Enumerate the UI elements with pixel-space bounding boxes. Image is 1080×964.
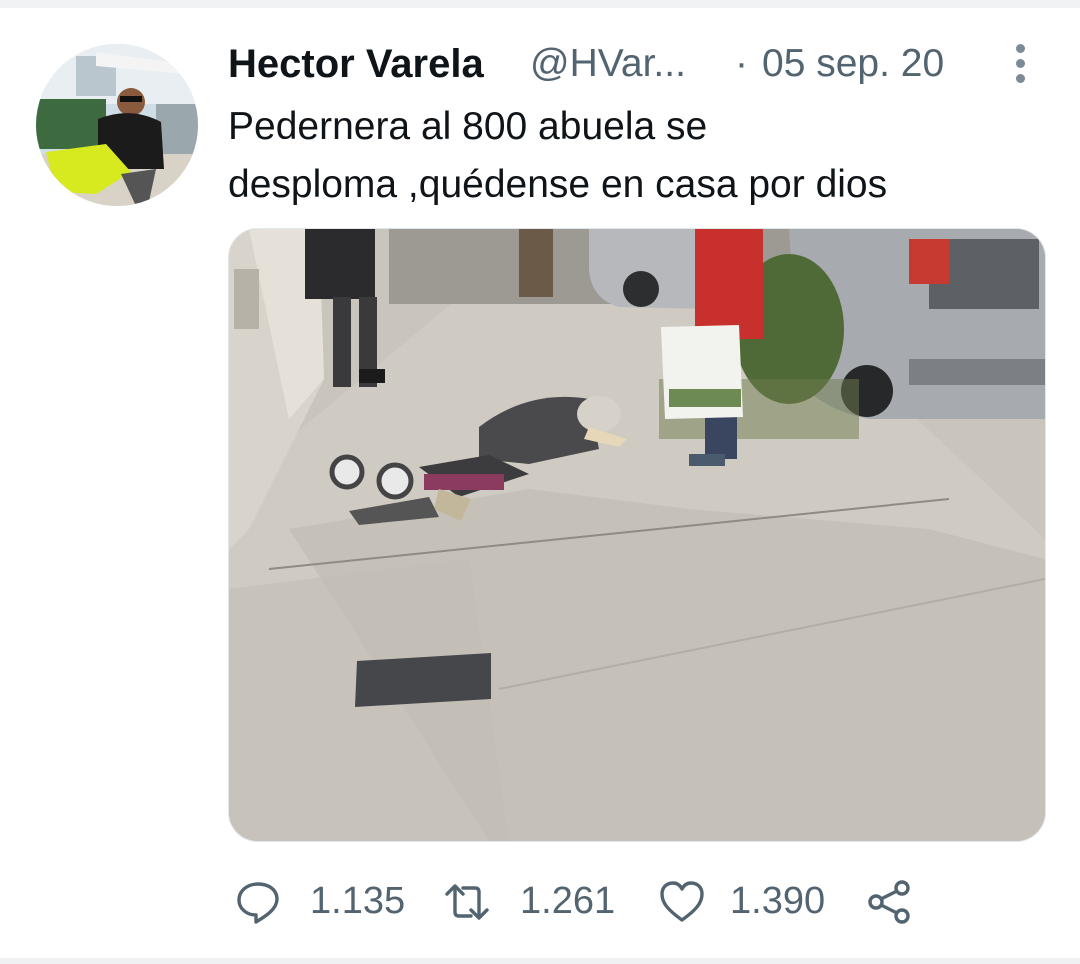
author-handle[interactable]: @HVar... [530, 40, 686, 88]
reply-icon [237, 882, 279, 924]
tweet-date[interactable]: 05 sep. 20 [762, 40, 944, 88]
tweet-photo[interactable] [228, 228, 1046, 842]
header-separator: · [735, 42, 748, 85]
heart-icon [660, 881, 704, 922]
share-button[interactable] [866, 870, 916, 930]
tweet-header: Hector Varela @HVar... · 05 sep. 20 [228, 40, 1028, 88]
retweet-icon [445, 884, 489, 920]
bottom-divider [0, 958, 1080, 964]
share-icon [868, 880, 910, 924]
author-name[interactable]: Hector Varela [228, 40, 484, 88]
tweet-actions: 1.135 1.261 1.390 [228, 870, 1008, 930]
like-count: 1.390 [730, 880, 826, 922]
reply-count: 1.135 [310, 880, 406, 922]
tweet-card[interactable]: Hector Varela @HVar... · 05 sep. 20 Pede… [0, 0, 1080, 964]
avatar-image [36, 44, 198, 206]
street-photo-image [229, 229, 1045, 841]
like-button[interactable]: 1.390 [658, 870, 828, 930]
avatar[interactable] [36, 44, 198, 206]
tweet-text-line: Pedernera al 800 abuela se [228, 105, 708, 148]
retweet-button[interactable]: 1.261 [440, 870, 615, 930]
retweet-count: 1.261 [520, 880, 616, 922]
reply-button[interactable]: 1.135 [234, 870, 405, 930]
more-options-icon[interactable] [1006, 40, 1036, 88]
tweet-text: Pedernera al 800 abuela se desploma ,qué… [228, 98, 1028, 214]
tweet-text-line: desploma ,quédense en casa por dios [228, 163, 888, 206]
